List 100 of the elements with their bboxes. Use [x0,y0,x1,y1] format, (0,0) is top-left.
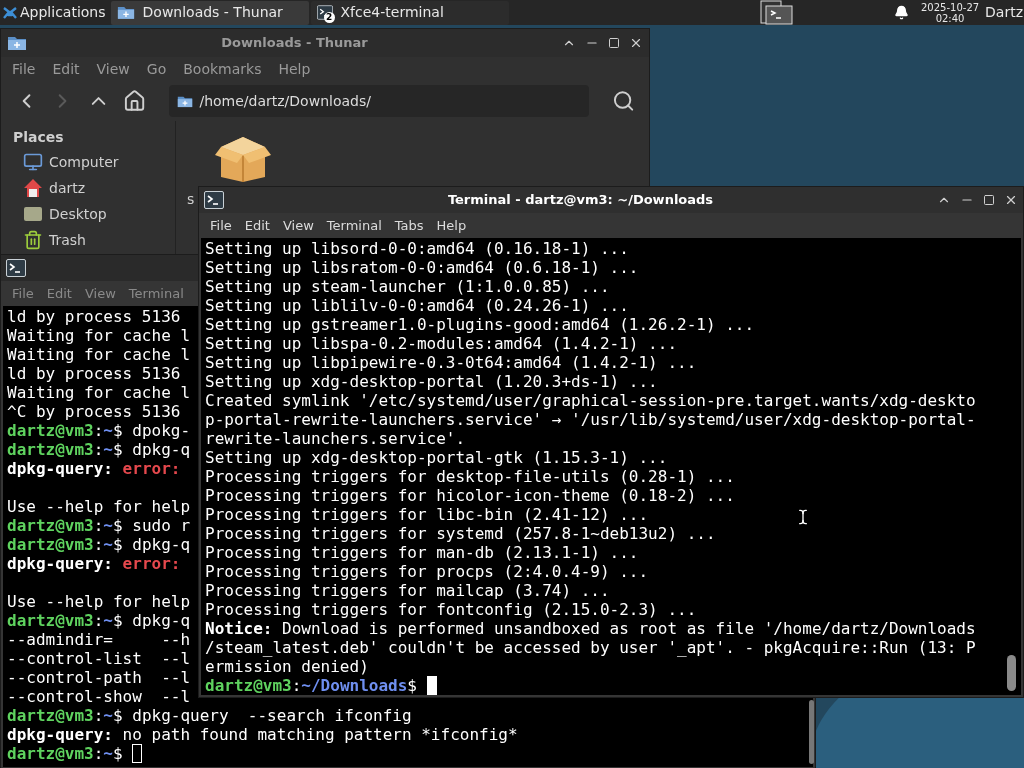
terminal-line: Processing triggers for man-db (2.13.1-1) ... [205,543,639,562]
menu-item[interactable]: Tabs [394,215,424,236]
maximize-icon[interactable] [608,37,620,49]
terminal-line: ld by process 5136 [7,307,181,326]
notification-icon[interactable] [894,5,910,20]
window-title: Terminal - dartz@vm3: ~/Downloads [446,191,715,210]
terminal-line: --admindir= --h [7,630,191,649]
menu-item[interactable]: Terminal [326,215,382,236]
house-icon [23,178,43,198]
terminal-line: ermission denied) [205,657,369,676]
terminal-line: Setting up libpipewire-0.3-0t64:amd64 (1.4.2-1) ... [205,353,697,372]
terminal-line: Use --help for help [7,592,191,611]
terminal-line: dpkg-query: error: [7,459,181,478]
file-label: s [187,190,195,209]
sidebar-item[interactable]: Computer [13,149,175,175]
terminal-line: Processing triggers for mailcap (3.74) ... [205,581,610,600]
terminal-line: Setting up gstreamer1.0-plugins-good:amd64 (1.26.2-1) ... [205,315,755,334]
menu-item[interactable]: File [12,58,36,80]
workspace-switcher[interactable] [760,0,795,25]
menu-item[interactable]: Go [146,58,167,80]
terminal-line: Notice: Download is performed unsandboxed as root as file '/home/dartz/Downloads [205,619,976,638]
terminal-line: Processing triggers for fontconfig (2.15.0-2.3) ... [205,600,697,619]
terminal-line: ld by process 5136 [7,364,181,383]
prompt-line: dartz@vm3:~$ dpokg- [7,421,191,440]
terminal-line: p-portal-rewrite-launchers.service' → '/usr/lib/systemd/user/xdg-desktop-portal- [205,410,976,429]
terminal-icon [316,5,333,20]
terminal-line: Created symlink '/etc/systemd/user/graphical-session-pre.target.wants/xdg-deskto [205,391,976,410]
task-label: Xfce4-terminal [340,3,444,22]
prompt-line: dartz@vm3:~$ dpkg-q [7,535,191,554]
terminal-line: Waiting for cache l [7,326,191,345]
sidebar-item[interactable]: Desktop [13,201,175,227]
prompt-line: dartz@vm3:~$ sudo r [7,516,191,535]
terminal-line: Waiting for cache l [7,383,191,402]
scrollbar [1007,655,1016,691]
terminal-line: Processing triggers for hicolor-icon-theme (0.18-2) ... [205,486,735,505]
window-title: Downloads - Thunar [220,34,369,53]
menu-item[interactable]: Help [278,58,311,80]
terminal-icon [6,259,26,277]
terminal-line: --control-list --l [7,649,191,668]
terminal-line: Processing triggers for systemd (257.8-1~deb13u2) ... [205,524,716,543]
window-count-badge: 2 [323,11,335,23]
menu-item[interactable]: Bookmarks [183,58,262,80]
terminal-line: Waiting for cache l [7,345,191,364]
close-icon[interactable] [1004,193,1018,207]
terminal-line: Processing triggers for procps (2:4.0.4-9) ... [205,562,649,581]
trash-icon [23,230,43,250]
close-icon[interactable] [629,36,643,50]
prompt-line: dartz@vm3:~$ dpkg-q [7,611,191,630]
menu-item[interactable]: Terminal [128,283,184,304]
sidebar-heading: Places [13,128,65,147]
terminal-line: rewrite-launchers.service'. [205,429,466,448]
terminal-line: Use --help for help [7,497,191,516]
terminal-line: dpkg-query: no path found matching pattern *ifconfig* [7,725,518,744]
terminal-line: Processing triggers for desktop-file-utils (0.28-1) ... [205,467,735,486]
scrollbar [809,700,814,764]
terminal-line: Setting up liblilv-0-0:amd64 (0.24.26-1) ... [205,296,629,315]
folder-icon [177,94,194,108]
computer-icon [23,152,43,172]
terminal-line: Setting up steam-launcher (1:1.0.0.85) ... [205,277,610,296]
terminal-line: Setting up xdg-desktop-portal (1.20.3+ds-1) ... [205,372,658,391]
task-label: Downloads - Thunar [142,3,283,22]
terminal-line: --control-show --l [7,687,191,706]
taskbar-button[interactable]: Downloads - Thunar [110,0,309,25]
terminal-icon [204,191,224,209]
prompt-line: dartz@vm3:~/Downloads$ [205,676,418,695]
terminal-line: Processing triggers for libc-bin (2.41-12) ... [205,505,649,524]
prompt-line: dartz@vm3:~$ [7,744,124,763]
prompt-line: dartz@vm3:~$ dpkg-query --search ifconfig [7,706,412,725]
app-menu-icon [3,5,17,20]
menu-item[interactable]: File [210,215,232,236]
location-field[interactable]: /home/dartz/Downloads/ [169,85,589,117]
folder-icon [116,5,135,20]
terminal-line: /steam_latest.deb' couldn't be accessed by user '_apt'. - pkgAcquire::Run (13: P [205,638,976,657]
terminal-line: --control-path --l [7,668,191,687]
terminal-line: Setting up libsord-0-0:amd64 (0.16.18-1) ... [205,239,629,258]
menu-item[interactable]: Help [436,215,467,236]
sidebar-item[interactable]: dartz [13,175,175,201]
clock[interactable]: 2025-10-27 02:40 [919,1,982,24]
menu-item[interactable]: Edit [46,283,72,304]
sidebar-item[interactable]: Trash [13,227,175,253]
search-icon[interactable] [611,89,635,113]
menu-item[interactable]: File [12,283,34,304]
menu-item[interactable]: Edit [244,215,270,236]
user-menu[interactable]: Dartz [985,2,1023,23]
terminal-line: Setting up libsratom-0-0:amd64 (0.6.18-1) ... [205,258,639,277]
menu-item[interactable]: Edit [52,58,80,80]
menu-item[interactable]: View [282,215,314,236]
applications-menu[interactable]: Applications [0,0,109,25]
menu-item[interactable]: View [96,58,130,80]
taskbar-button[interactable]: 2 Xfce4-terminal [310,0,509,25]
folder-icon [7,35,27,51]
menu-item[interactable]: View [84,283,116,304]
maximize-icon[interactable] [983,194,995,206]
terminal-line: Setting up xdg-desktop-portal-gtk (1.15.3-1) ... [205,448,668,467]
prompt-line: dartz@vm3:~$ dpkg-q [7,440,191,459]
home-button[interactable] [123,89,147,113]
desktop-icon [23,204,43,224]
terminal-line: dpkg-query: error: [7,554,181,573]
terminal-line: ^C by process 5136 [7,402,181,421]
terminal-line: Setting up libspa-0.2-modules:amd64 (1.4.2-1) ... [205,334,677,353]
